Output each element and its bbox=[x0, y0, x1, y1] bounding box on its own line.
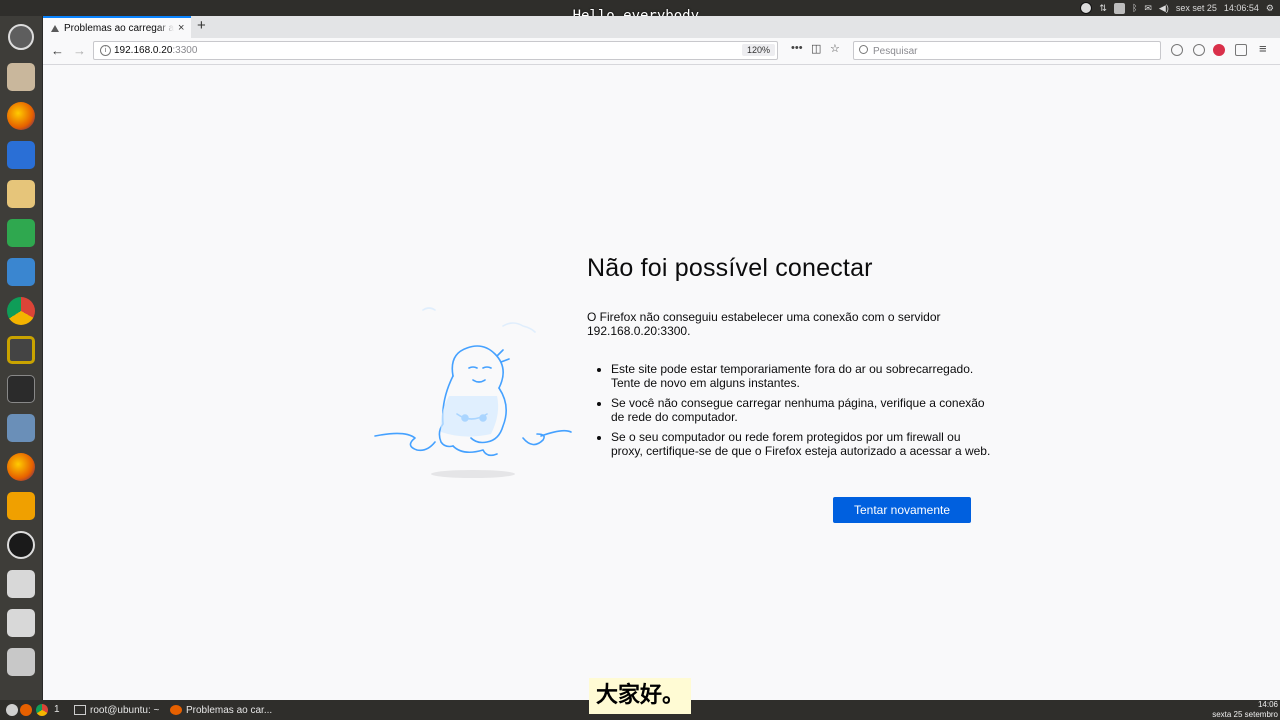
launcher-terminal-icon[interactable] bbox=[4, 372, 38, 406]
launcher-mail-icon[interactable] bbox=[4, 255, 38, 289]
menu-hamburger-icon[interactable]: ≡ bbox=[1259, 41, 1267, 56]
taskbar-firefox-label: Problemas ao car... bbox=[186, 704, 273, 716]
tab-title: Problemas ao carregar a página bbox=[64, 22, 174, 34]
taskbar-terminal[interactable]: root@ubuntu: ~ bbox=[74, 702, 159, 718]
launcher-drive-2-icon[interactable] bbox=[4, 606, 38, 640]
addon-icon[interactable] bbox=[1213, 44, 1225, 56]
url-text[interactable]: 192.168.0.20:3300 bbox=[114, 45, 197, 56]
launcher-calc-icon[interactable] bbox=[4, 216, 38, 250]
error-title: Não foi possível conectar bbox=[587, 254, 873, 282]
launcher-firefox-2-icon[interactable] bbox=[4, 450, 38, 484]
url-host: 192.168.0.20 bbox=[114, 45, 173, 56]
chrome-small-icon[interactable] bbox=[36, 704, 48, 716]
bookmark-star-icon[interactable]: ☆ bbox=[830, 42, 840, 55]
search-bar[interactable]: Pesquisar bbox=[853, 41, 1161, 60]
firefox-icon bbox=[170, 705, 182, 715]
new-tab-button[interactable]: + bbox=[197, 17, 206, 34]
launcher bbox=[0, 16, 43, 700]
launcher-firefox-icon[interactable] bbox=[4, 99, 38, 133]
launcher-files-icon[interactable] bbox=[4, 60, 38, 94]
launcher-virtualbox-icon[interactable] bbox=[4, 411, 38, 445]
back-arrow-icon[interactable]: ← bbox=[51, 43, 64, 58]
search-placeholder: Pesquisar bbox=[873, 46, 918, 57]
error-illustration bbox=[374, 307, 572, 478]
launcher-text-editor-icon[interactable] bbox=[4, 177, 38, 211]
launcher-app-icon[interactable] bbox=[4, 489, 38, 523]
navigation-toolbar: ← → i 192.168.0.20:3300 120% ••• ◫ ☆ Pes… bbox=[43, 38, 1280, 65]
try-again-button[interactable]: Tentar novamente bbox=[833, 497, 971, 523]
tab-active[interactable]: Problemas ao carregar a página × bbox=[43, 16, 191, 38]
launcher-drive-3-icon[interactable] bbox=[4, 645, 38, 679]
zoom-indicator[interactable]: 120% bbox=[742, 44, 776, 56]
error-suggestion-item: Se você não consegue carregar nenhuma pá… bbox=[611, 396, 991, 424]
taskbar-terminal-label: root@ubuntu: ~ bbox=[90, 704, 160, 716]
warning-icon bbox=[51, 24, 59, 32]
tab-bar: Problemas ao carregar a página × + bbox=[43, 16, 1280, 38]
page-actions-icon[interactable]: ••• bbox=[791, 42, 803, 54]
error-suggestion-item: Este site pode estar temporariamente for… bbox=[611, 362, 991, 390]
forward-arrow-icon[interactable]: → bbox=[73, 43, 86, 58]
workspace-icon[interactable] bbox=[6, 704, 18, 716]
screenshot-icon[interactable] bbox=[1235, 44, 1247, 56]
info-icon[interactable]: i bbox=[100, 45, 111, 56]
sync-icon[interactable] bbox=[1193, 44, 1205, 56]
launcher-media-icon[interactable] bbox=[4, 333, 38, 367]
error-suggestions-list: Este site pode estar temporariamente for… bbox=[597, 362, 991, 464]
launcher-ubuntu-icon[interactable] bbox=[4, 20, 38, 54]
pocket-icon[interactable]: ◫ bbox=[811, 42, 821, 55]
firefox-small-icon[interactable] bbox=[20, 704, 32, 716]
url-port: :3300 bbox=[172, 45, 198, 56]
workspace-number[interactable]: 1 bbox=[54, 704, 60, 715]
launcher-drive-icon[interactable] bbox=[4, 567, 38, 601]
taskbar-clock-date: sexta 25 setembro bbox=[1212, 710, 1278, 719]
terminal-icon bbox=[74, 705, 86, 715]
tab-close-icon[interactable]: × bbox=[178, 22, 184, 34]
taskbar-clock[interactable]: 14:06 sexta 25 setembro bbox=[1212, 700, 1278, 720]
launcher-chrome-icon[interactable] bbox=[4, 294, 38, 328]
search-icon bbox=[859, 45, 868, 54]
launcher-obs-icon[interactable] bbox=[4, 528, 38, 562]
error-suggestion-item: Se o seu computador ou rede forem proteg… bbox=[611, 430, 991, 458]
launcher-writer-icon[interactable] bbox=[4, 138, 38, 172]
taskbar-firefox[interactable]: Problemas ao car... bbox=[170, 702, 272, 718]
subtitle-chinese: 大家好。 bbox=[589, 678, 691, 714]
taskbar-clock-time: 14:06 bbox=[1257, 700, 1278, 709]
url-bar[interactable]: i 192.168.0.20:3300 120% bbox=[93, 41, 778, 60]
firefox-window: Problemas ao carregar a página × + ← → i… bbox=[43, 16, 1280, 700]
error-description: O Firefox não conseguiu estabelecer uma … bbox=[587, 310, 941, 338]
reload-icon[interactable] bbox=[1171, 44, 1183, 56]
